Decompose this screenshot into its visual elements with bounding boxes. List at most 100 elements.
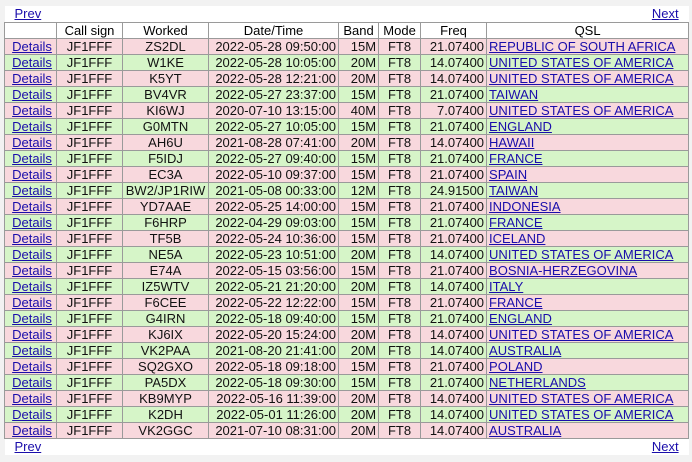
qsl-cell: INDONESIA: [486, 198, 690, 215]
band-cell: 20M: [338, 326, 380, 343]
qsl-link[interactable]: UNITED STATES OF AMERICA: [489, 72, 673, 86]
details-link[interactable]: Details: [12, 152, 52, 166]
qsl-link[interactable]: UNITED STATES OF AMERICA: [489, 392, 673, 406]
qsl-link[interactable]: ICELAND: [489, 232, 545, 246]
next-link-bottom[interactable]: Next: [652, 439, 679, 454]
details-link[interactable]: Details: [12, 88, 52, 102]
details-link[interactable]: Details: [12, 216, 52, 230]
qsl-cell: NETHERLANDS: [486, 374, 690, 391]
details-link[interactable]: Details: [12, 408, 52, 422]
qsl-link[interactable]: ENGLAND: [489, 120, 552, 134]
date-time-cell: 2022-05-10 09:37:00: [207, 166, 340, 183]
worked-cell: SQ2GXO: [122, 358, 209, 375]
worked-cell: KI6WJ: [122, 102, 209, 119]
qsl-link[interactable]: FRANCE: [489, 152, 542, 166]
details-link[interactable]: Details: [12, 264, 52, 278]
worked-cell: VK2GGC: [122, 422, 209, 439]
details-link[interactable]: Details: [12, 328, 52, 342]
call-sign-cell: JF1FFF: [56, 118, 123, 135]
qsl-link[interactable]: ITALY: [489, 280, 523, 294]
qsl-link[interactable]: TAIWAN: [489, 184, 538, 198]
qsl-link[interactable]: SPAIN: [489, 168, 527, 182]
details-link[interactable]: Details: [12, 72, 52, 86]
call-sign-cell: JF1FFF: [56, 166, 123, 183]
header-call-sign: Call sign: [56, 22, 123, 39]
table-row: Details JF1FFF NE5A 2022-05-23 10:51:00 20M F…: [4, 246, 690, 263]
details-link[interactable]: Details: [12, 168, 52, 182]
freq-cell: 21.07400: [420, 198, 488, 215]
details-cell: Details: [4, 262, 57, 279]
mode-cell: FT8: [378, 422, 422, 439]
details-link[interactable]: Details: [12, 40, 52, 54]
worked-cell: KB9MYP: [122, 390, 209, 407]
qsl-cell: FRANCE: [486, 150, 690, 167]
freq-cell: 14.07400: [420, 278, 488, 295]
details-cell: Details: [4, 166, 57, 183]
qsl-link[interactable]: ENGLAND: [489, 312, 552, 326]
qsl-cell: POLAND: [486, 358, 690, 375]
details-link[interactable]: Details: [12, 280, 52, 294]
mode-cell: FT8: [378, 102, 422, 119]
qsl-link[interactable]: UNITED STATES OF AMERICA: [489, 328, 673, 342]
qsl-link[interactable]: BOSNIA-HERZEGOVINA: [489, 264, 637, 278]
mode-cell: FT8: [378, 182, 422, 199]
details-link[interactable]: Details: [12, 56, 52, 70]
qsl-link[interactable]: UNITED STATES OF AMERICA: [489, 408, 673, 422]
date-time-cell: 2021-07-10 08:31:00: [207, 422, 340, 439]
qsl-link[interactable]: NETHERLANDS: [489, 376, 586, 390]
qsl-link[interactable]: AUSTRALIA: [489, 424, 561, 438]
qsl-cell: UNITED STATES OF AMERICA: [486, 102, 690, 119]
qsl-link[interactable]: UNITED STATES OF AMERICA: [489, 248, 673, 262]
freq-cell: 14.07400: [420, 390, 488, 407]
date-time-cell: 2022-05-18 09:18:00: [207, 358, 340, 375]
qsl-link[interactable]: TAIWAN: [489, 88, 538, 102]
details-link[interactable]: Details: [12, 248, 52, 262]
qsl-link[interactable]: UNITED STATES OF AMERICA: [489, 56, 673, 70]
header-row: Call sign Worked Date/Time Band Mode Fre…: [4, 22, 690, 39]
qsl-link[interactable]: HAWAII: [489, 136, 534, 150]
table-row: Details JF1FFF KJ6IX 2022-05-20 15:24:00 20M…: [4, 326, 690, 343]
date-time-cell: 2022-05-27 10:05:00: [207, 118, 340, 135]
details-link[interactable]: Details: [12, 120, 52, 134]
prev-link-top[interactable]: Prev: [15, 6, 42, 21]
details-link[interactable]: Details: [12, 232, 52, 246]
details-link[interactable]: Details: [12, 136, 52, 150]
details-cell: Details: [4, 246, 57, 263]
details-link[interactable]: Details: [12, 296, 52, 310]
call-sign-cell: JF1FFF: [56, 182, 123, 199]
table-row: Details JF1FFF E74A 2022-05-15 03:56:00 15M F…: [4, 262, 690, 279]
qsl-link[interactable]: AUSTRALIA: [489, 344, 561, 358]
details-link[interactable]: Details: [12, 344, 52, 358]
details-cell: Details: [4, 326, 57, 343]
details-link[interactable]: Details: [12, 376, 52, 390]
details-link[interactable]: Details: [12, 104, 52, 118]
prev-link-bottom[interactable]: Prev: [15, 439, 42, 454]
table-row: Details JF1FFF K2DH 2022-05-01 11:26:00 20M F…: [4, 406, 690, 423]
qsl-link[interactable]: REPUBLIC OF SOUTH AFRICA: [489, 40, 675, 54]
details-link[interactable]: Details: [12, 360, 52, 374]
qsl-link[interactable]: INDONESIA: [489, 200, 561, 214]
details-link[interactable]: Details: [12, 312, 52, 326]
details-cell: Details: [4, 198, 57, 215]
details-cell: Details: [4, 134, 57, 151]
date-time-cell: 2022-05-21 21:20:00: [207, 278, 340, 295]
details-link[interactable]: Details: [12, 424, 52, 438]
qsl-cell: UNITED STATES OF AMERICA: [486, 390, 690, 407]
details-cell: Details: [4, 230, 57, 247]
qsl-link[interactable]: FRANCE: [489, 296, 542, 310]
next-link-top[interactable]: Next: [652, 6, 679, 21]
qsl-link[interactable]: UNITED STATES OF AMERICA: [489, 104, 673, 118]
details-link[interactable]: Details: [12, 392, 52, 406]
details-cell: Details: [4, 406, 57, 423]
date-time-cell: 2022-05-16 11:39:00: [207, 390, 340, 407]
worked-cell: IZ5WTV: [122, 278, 209, 295]
details-link[interactable]: Details: [12, 200, 52, 214]
details-link[interactable]: Details: [12, 184, 52, 198]
header-qsl: QSL: [486, 22, 690, 39]
qsl-cell: SPAIN: [486, 166, 690, 183]
band-cell: 15M: [338, 38, 380, 55]
table-row: Details JF1FFF YD7AAE 2022-05-25 14:00:00 15…: [4, 198, 690, 215]
qsl-link[interactable]: FRANCE: [489, 216, 542, 230]
call-sign-cell: JF1FFF: [56, 214, 123, 231]
qsl-link[interactable]: POLAND: [489, 360, 542, 374]
